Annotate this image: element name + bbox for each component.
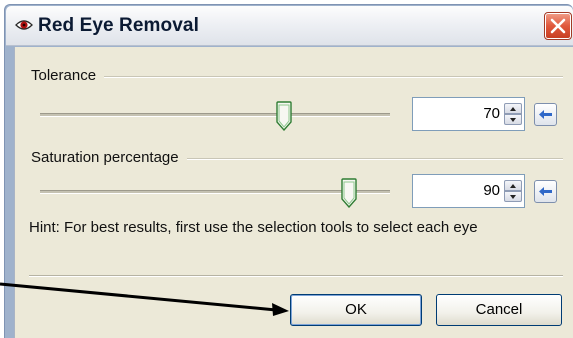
close-button[interactable] (544, 12, 572, 40)
tolerance-slider-track[interactable] (40, 113, 390, 117)
saturation-input[interactable]: 90 (412, 174, 525, 208)
hint-text: Hint: For best results, first use the se… (29, 219, 478, 236)
tolerance-value[interactable]: 70 (483, 105, 500, 122)
arrow-left-icon (539, 187, 552, 196)
saturation-label: Saturation percentage (31, 149, 187, 166)
eye-icon (15, 18, 33, 32)
tolerance-input[interactable]: 70 (412, 97, 525, 131)
spin-down-icon[interactable] (504, 114, 522, 125)
spin-down-icon[interactable] (504, 191, 522, 202)
saturation-reset-button[interactable] (534, 180, 557, 203)
tolerance-label: Tolerance (31, 67, 105, 84)
spin-up-icon[interactable] (504, 180, 522, 191)
saturation-spinner[interactable] (504, 180, 522, 202)
saturation-slider-thumb[interactable] (341, 178, 357, 209)
title-bar[interactable]: Red Eye Removal (6, 6, 573, 46)
arrow-left-icon (539, 110, 552, 119)
tolerance-reset-button[interactable] (534, 103, 557, 126)
tolerance-group-line (40, 76, 563, 78)
divider (29, 275, 563, 277)
close-icon (550, 18, 566, 34)
tolerance-slider-thumb[interactable] (276, 101, 292, 132)
tolerance-spinner[interactable] (504, 103, 522, 125)
cancel-button[interactable]: Cancel (436, 294, 562, 326)
saturation-value[interactable]: 90 (483, 182, 500, 199)
spin-up-icon[interactable] (504, 103, 522, 114)
saturation-slider-track[interactable] (40, 190, 390, 194)
window-title: Red Eye Removal (38, 15, 199, 36)
ok-button[interactable]: OK (290, 294, 422, 326)
